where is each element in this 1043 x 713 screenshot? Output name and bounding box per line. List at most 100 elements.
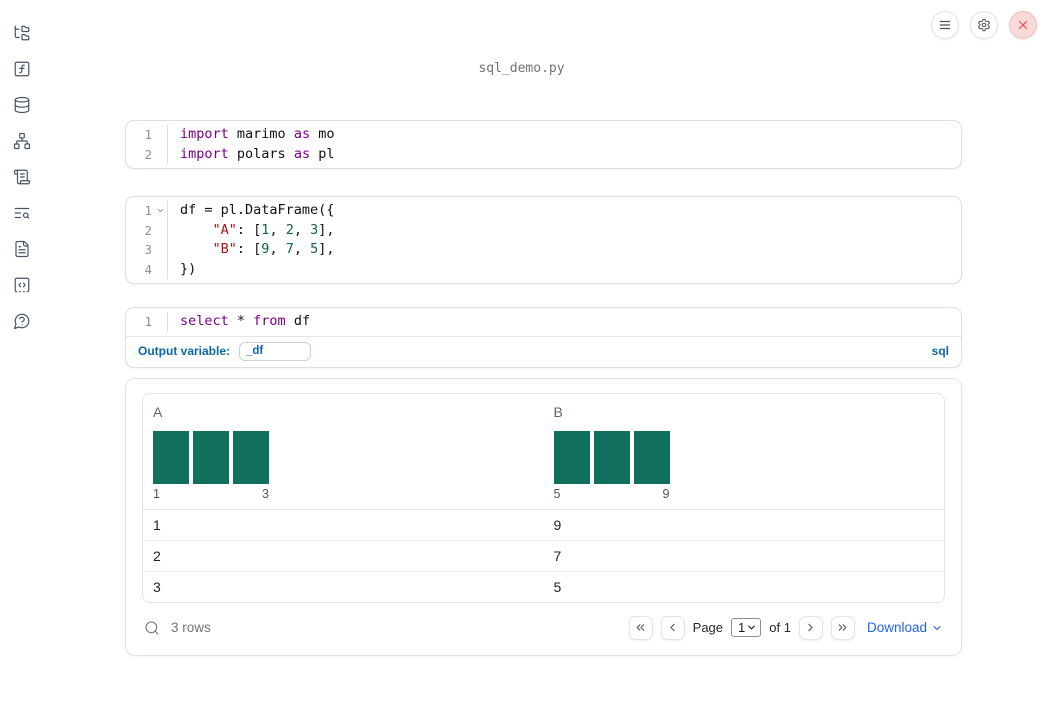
sidebar-item-data-sources[interactable] <box>13 96 31 114</box>
column-histogram: 13 <box>153 430 269 501</box>
table-cell: 5 <box>553 578 562 595</box>
code-text[interactable]: import polars as pl <box>168 145 334 165</box>
line-gutter: 2 <box>126 144 168 164</box>
table-cell: 1 <box>153 516 161 533</box>
first-page-button[interactable] <box>628 615 653 640</box>
table-cell: 3 <box>153 578 161 595</box>
code-text[interactable]: }) <box>168 260 196 280</box>
cell-sql[interactable]: 1 select * from df Output variable: sql <box>125 307 962 368</box>
sidebar-item-documentation[interactable] <box>13 240 31 258</box>
next-page-button[interactable] <box>798 615 823 640</box>
settings-button[interactable] <box>970 11 998 39</box>
chevrons-left-icon <box>636 624 645 631</box>
page-select[interactable]: 1 <box>731 618 762 637</box>
logs-icon <box>13 169 31 185</box>
code-line[interactable]: 2 import polars as pl <box>126 144 961 165</box>
line-gutter: 1 <box>126 125 168 145</box>
column-name[interactable]: A <box>153 404 534 420</box>
column-name[interactable]: B <box>554 404 935 420</box>
page-total-label: of 1 <box>769 620 791 635</box>
shutdown-button[interactable] <box>1009 11 1037 39</box>
histogram-bar <box>233 430 269 484</box>
code-editor[interactable]: 1 df = pl.DataFrame({2 "A": [1, 2, 3], 3 "… <box>126 197 961 283</box>
table-cell: 2 <box>153 547 161 564</box>
code-line[interactable]: 1 import marimo as mo <box>126 125 961 145</box>
table-body: 192735 <box>143 510 944 602</box>
code-text[interactable]: import marimo as mo <box>168 125 334 145</box>
line-gutter: 1 <box>126 201 168 221</box>
help-icon <box>13 313 30 330</box>
line-gutter: 1 <box>126 312 168 332</box>
code-line[interactable]: 1 df = pl.DataFrame({ <box>126 201 961 221</box>
histogram-max-label: 9 <box>662 486 670 501</box>
histogram-bar <box>193 430 229 484</box>
table-row[interactable]: 35 <box>143 572 944 602</box>
sidebar-item-file-explorer[interactable] <box>13 24 31 42</box>
chevron-down-icon <box>933 625 941 630</box>
code-text[interactable]: "B": [9, 7, 5], <box>168 240 335 260</box>
line-gutter: 3 <box>126 240 168 260</box>
table-row[interactable]: 19 <box>143 510 944 541</box>
sidebar-item-help[interactable] <box>13 312 31 330</box>
line-gutter: 4 <box>126 259 168 279</box>
cell-imports[interactable]: 1 import marimo as mo 2 import polars as pl <box>125 120 962 169</box>
data-table: A13B59 192735 <box>142 392 945 603</box>
code-line[interactable]: 3 "B": [9, 7, 5], <box>126 240 961 260</box>
code-line[interactable]: 4}) <box>126 259 961 280</box>
shutdown-icon <box>1018 20 1028 30</box>
line-number: 3 <box>144 242 152 257</box>
row-count-label: 3 rows <box>171 620 211 635</box>
code-text[interactable]: df = pl.DataFrame({ <box>168 201 334 221</box>
code-line[interactable]: 2 "A": [1, 2, 3], <box>126 220 961 241</box>
chevron-down-icon <box>748 625 756 630</box>
settings-icon <box>978 18 990 32</box>
line-number: 2 <box>144 146 152 162</box>
code-text[interactable]: select * from df <box>168 312 310 332</box>
column-header[interactable]: A13 <box>143 394 544 509</box>
previous-page-button[interactable] <box>660 615 685 640</box>
line-number: 1 <box>144 314 152 329</box>
sidebar <box>0 0 44 713</box>
code-text[interactable]: "A": [1, 2, 3], <box>168 221 335 241</box>
sidebar-item-dependency-graph[interactable] <box>13 132 31 150</box>
sidebar-item-snippets[interactable] <box>13 276 31 294</box>
table-footer: 3 rows Page 1 of 1 Download <box>142 603 945 655</box>
notebook: 1 import marimo as mo 2 import polars as pl… <box>125 120 962 656</box>
fold-chevron-icon[interactable] <box>153 204 167 218</box>
cell-dataframe[interactable]: 1 df = pl.DataFrame({2 "A": [1, 2, 3], 3 "… <box>125 196 962 284</box>
output-variable-label: Output variable: <box>138 344 231 358</box>
last-page-button[interactable] <box>830 615 855 640</box>
search-icon[interactable] <box>144 620 160 636</box>
documentation-icon <box>15 240 29 258</box>
histogram-bar <box>633 430 670 484</box>
column-histogram: 59 <box>553 430 670 501</box>
column-header[interactable]: B 59 <box>544 394 945 509</box>
menu-button[interactable] <box>931 11 959 39</box>
chevron-left-icon <box>670 623 675 632</box>
notebook-filename[interactable]: sql_demo.py <box>0 61 1043 76</box>
sidebar-item-logs[interactable] <box>13 168 31 186</box>
histogram-bar <box>593 430 630 484</box>
table-output: A13B59 192735 3 rows Page 1 of 1 Downloa… <box>125 377 962 656</box>
chevrons-right-icon <box>839 624 847 631</box>
download-button[interactable]: Download <box>867 620 943 635</box>
sql-editor[interactable]: 1 select * from df <box>126 308 961 336</box>
code-line[interactable]: 1 select * from df <box>126 312 961 332</box>
histogram-max-label: 3 <box>262 486 269 501</box>
line-number: 2 <box>144 222 152 238</box>
table-row[interactable]: 27 <box>143 541 944 572</box>
dependency-graph-icon <box>13 132 31 150</box>
table-cell: 9 <box>553 516 562 533</box>
page-select-value: 1 <box>738 620 746 635</box>
sidebar-item-outline[interactable] <box>13 204 31 222</box>
histogram-min-label: 1 <box>153 486 160 501</box>
code-editor[interactable]: 1 import marimo as mo 2 import polars as pl <box>126 121 961 168</box>
output-variable-input[interactable] <box>239 341 312 361</box>
histogram-bar <box>553 430 590 484</box>
